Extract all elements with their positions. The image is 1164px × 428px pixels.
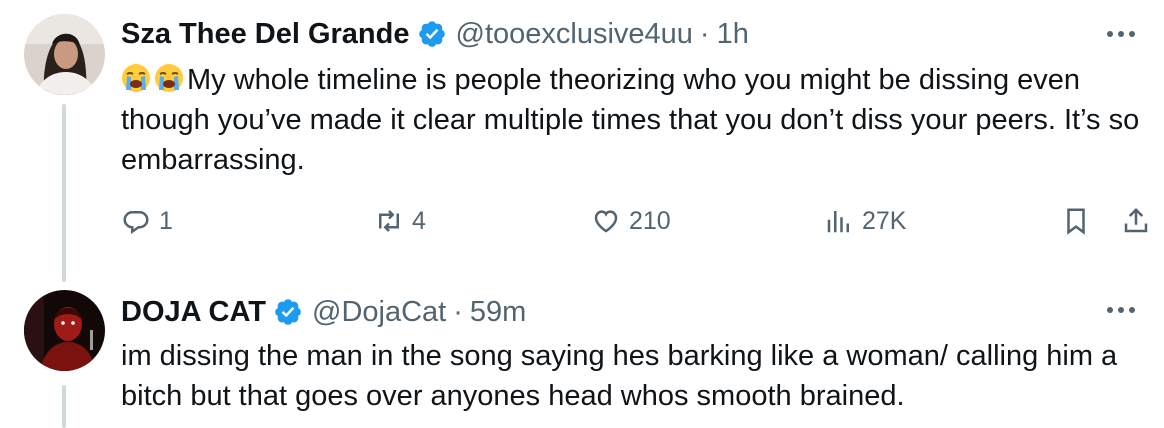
tweet-2[interactable]: DOJA CAT @DojaCat · 59m im dissing the m… [0,282,1164,428]
author-name[interactable]: Sza Thee Del Grande [121,18,410,51]
reply-button[interactable]: 1 [121,206,173,236]
like-button[interactable]: 210 [591,206,671,236]
share-icon [1124,207,1148,233]
verified-icon[interactable] [417,19,447,49]
loudly-crying-face-icon [155,64,183,92]
verified-icon[interactable] [273,297,303,327]
thread-line [62,104,66,282]
reply-icon [123,211,149,235]
reply-count: 1 [159,206,173,235]
tweet-header: Sza Thee Del Grande @tooexclusive4uu · 1… [121,14,749,54]
tweet-actions: 1 4 210 27K [121,206,1151,246]
more-icon[interactable] [1104,22,1138,46]
views-icon [827,211,849,233]
avatar[interactable] [24,14,105,95]
author-name[interactable]: DOJA CAT [121,296,266,329]
more-icon[interactable] [1104,298,1138,322]
author-handle[interactable]: @DojaCat [312,296,446,329]
repost-icon [379,210,399,232]
views-count: 27K [862,206,907,235]
avatar[interactable] [24,290,105,371]
tweet-text: im dissing the man in the song saying he… [121,336,1151,416]
share-button[interactable] [1121,206,1151,236]
tweet-text: My whole timeline is people theorizing w… [121,60,1151,180]
author-handle[interactable]: @tooexclusive4uu [456,18,693,51]
repost-count: 4 [412,206,426,235]
like-icon [594,210,618,233]
views-button[interactable]: 27K [824,206,906,236]
separator: · [699,17,710,50]
repost-button[interactable]: 4 [374,206,426,236]
bookmark-button[interactable] [1061,206,1091,236]
bookmark-icon [1067,208,1085,235]
like-count: 210 [629,206,671,235]
timestamp[interactable]: 59m [470,296,526,329]
tweet-body: im dissing the man in the song saying he… [121,340,1118,412]
thread-line [62,385,66,428]
tweet-header: DOJA CAT @DojaCat · 59m [121,292,526,332]
separator: · [453,295,463,328]
tweet-body: My whole timeline is people theorizing w… [121,64,1140,176]
tweet-1[interactable]: Sza Thee Del Grande @tooexclusive4uu · 1… [0,0,1164,282]
timestamp[interactable]: 1h [717,18,749,51]
loudly-crying-face-icon [122,64,150,92]
